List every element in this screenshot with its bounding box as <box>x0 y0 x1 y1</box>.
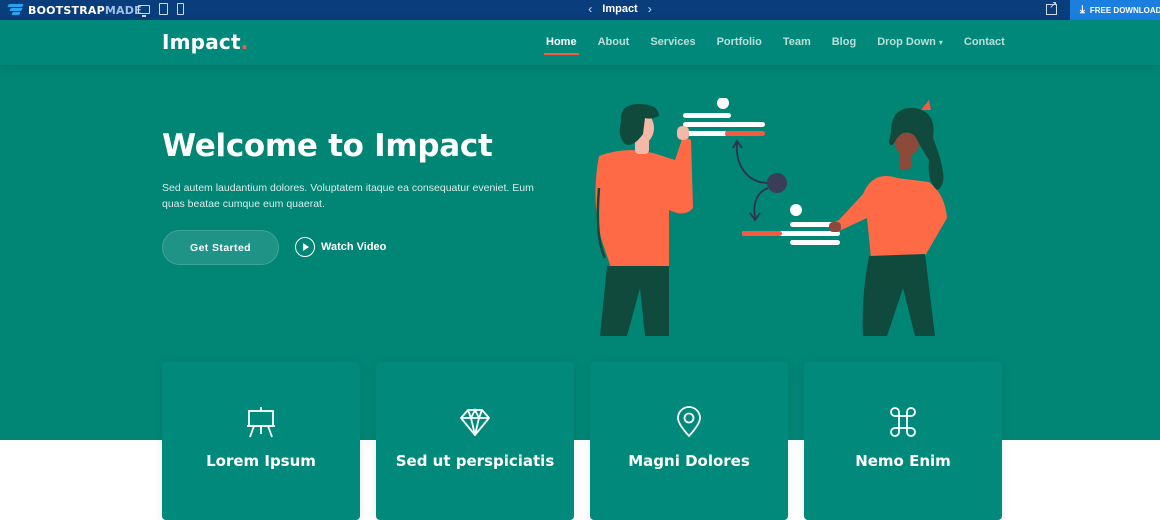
download-icon: ⤓ <box>1080 3 1085 16</box>
easel-icon <box>247 407 275 438</box>
next-template-icon[interactable]: › <box>648 2 652 16</box>
get-started-button[interactable]: Get Started <box>162 230 279 265</box>
geo-pin-icon <box>677 406 701 437</box>
free-download-label: FREE DOWNLOAD <box>1089 5 1160 15</box>
nav-team[interactable]: Team <box>783 36 811 48</box>
nav-contact[interactable]: Contact <box>964 36 1005 48</box>
brand-text: BOOTSTRAPMADE <box>28 3 142 17</box>
command-icon <box>890 407 916 437</box>
bootstrapmade-logo[interactable]: BOOTSTRAPMADE <box>7 3 142 17</box>
logo-text: Impact <box>162 30 241 54</box>
nav-dropdown[interactable]: Drop Down ▾ <box>877 36 943 48</box>
template-title: Impact <box>602 3 638 15</box>
feature-card-title: Sed ut perspiciatis <box>395 452 555 470</box>
nav-about[interactable]: About <box>598 36 630 48</box>
feature-card[interactable]: Sed ut perspiciatis <box>376 362 574 520</box>
feature-card-title: Nemo Enim <box>855 452 951 470</box>
preview-bar: BOOTSTRAPMADE ‹ Impact › ⤓ FREE DOWNLOAD <box>0 0 1160 20</box>
feature-card[interactable]: Nemo Enim <box>804 362 1002 520</box>
logo-dot: . <box>240 30 249 54</box>
device-switcher <box>138 3 184 17</box>
feature-cards: Lorem Ipsum Sed ut perspiciatis Magni Do… <box>162 362 1002 520</box>
nav-services[interactable]: Services <box>650 36 695 48</box>
desktop-icon[interactable] <box>138 4 150 17</box>
feature-card-title: Lorem Ipsum <box>206 452 316 470</box>
template-switcher: ‹ Impact › <box>560 2 680 16</box>
site-logo[interactable]: Impact. <box>162 30 249 54</box>
hero-text: Sed autem laudantium dolores. Voluptatem… <box>162 182 534 210</box>
nav-dropdown-label: Drop Down <box>877 36 936 48</box>
chevron-down-icon: ▾ <box>938 38 943 47</box>
nav-portfolio[interactable]: Portfolio <box>717 36 762 48</box>
phone-icon[interactable] <box>177 3 184 15</box>
watch-video-label: Watch Video <box>321 241 387 253</box>
hero-title: Welcome to Impact <box>162 128 493 164</box>
nav-blog[interactable]: Blog <box>832 36 856 48</box>
bootstrapmade-mark-icon <box>7 4 24 16</box>
feature-card-title: Magni Dolores <box>628 452 750 470</box>
external-link-icon[interactable] <box>1046 0 1057 15</box>
hero-illustration <box>595 98 947 336</box>
watch-video-button[interactable]: Watch Video <box>295 236 386 258</box>
free-download-button[interactable]: ⤓ FREE DOWNLOAD <box>1070 0 1160 20</box>
prev-template-icon[interactable]: ‹ <box>588 2 592 16</box>
site-header: Impact. Home About Services Portfolio Te… <box>0 20 1160 65</box>
nav-home[interactable]: Home <box>544 36 579 55</box>
play-icon <box>295 237 315 257</box>
main-nav: Home About Services Portfolio Team Blog … <box>544 36 1005 55</box>
feature-card[interactable]: Lorem Ipsum <box>162 362 360 520</box>
tablet-icon[interactable] <box>159 3 168 15</box>
gem-icon <box>460 407 490 436</box>
feature-card[interactable]: Magni Dolores <box>590 362 788 520</box>
